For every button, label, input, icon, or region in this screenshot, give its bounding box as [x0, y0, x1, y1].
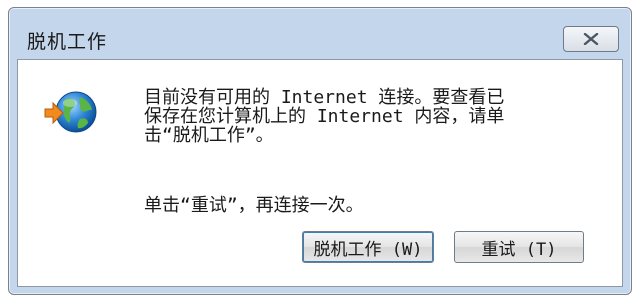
window-title: 脱机工作 [27, 31, 108, 53]
message-text: 目前没有可用的 Internet 连接。要查看已 保存在您计算机上的 Inter… [144, 87, 505, 146]
retry-hint-text: 单击“重试”，再连接一次。 [144, 195, 364, 216]
dialog-window: 脱机工作 目前没有可用的 Internet 连接。要查看已 保存在您计算机上的 … [8, 7, 632, 295]
close-button[interactable] [563, 26, 619, 52]
work-offline-button[interactable]: 脱机工作 (W) [302, 231, 434, 263]
globe-arrow-icon [42, 89, 100, 139]
retry-button[interactable]: 重试 (T) [454, 231, 584, 263]
dialog-content: 目前没有可用的 Internet 连接。要查看已 保存在您计算机上的 Inter… [17, 59, 623, 287]
close-icon [583, 30, 599, 49]
title-bar[interactable]: 脱机工作 [9, 8, 631, 58]
